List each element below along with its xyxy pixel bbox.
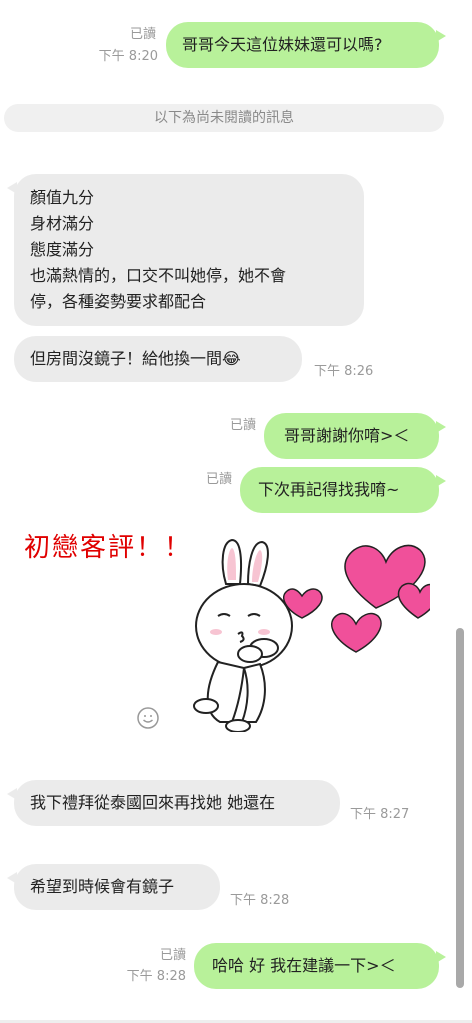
incoming-message[interactable]: 希望到時候會有鏡子 (7, 864, 220, 910)
message-text: 哥哥今天這位妹妹還可以嗎? (182, 35, 383, 54)
message-line: 也滿熱情的，口交不叫她停，她不會 (30, 266, 287, 285)
message-line: 顏值九分 (30, 188, 95, 207)
read-receipt: 已讀 (159, 948, 186, 963)
message-text: 但房間沒鏡子！給他換一間😂 (30, 349, 241, 368)
message-time: 下午 8:26 (314, 364, 374, 379)
message-text: 我下禮拜從泰國回來再找她 她還在 (30, 793, 276, 812)
message-time: 下午 8:28 (126, 969, 186, 984)
message-text: 下次再記得找我唷~ (258, 480, 400, 499)
unread-divider: 以下為尚未閱讀的訊息 (4, 104, 444, 132)
message-text: 希望到時候會有鏡子 (30, 877, 175, 896)
message-time: 下午 8:28 (230, 893, 290, 908)
outgoing-message[interactable]: 哥哥今天這位妹妹還可以嗎? (166, 22, 446, 68)
heart-icon (331, 612, 382, 653)
message-line: 態度滿分 (30, 240, 95, 259)
outgoing-message[interactable]: 哥哥謝謝你唷>＜ (264, 413, 446, 459)
outgoing-message[interactable]: 哈哈 好 我在建議一下>＜ (194, 943, 446, 989)
smiley-icon[interactable] (136, 706, 160, 730)
incoming-message[interactable]: 我下禮拜從泰國回來再找她 她還在 (7, 780, 340, 826)
chat-window: 已讀 下午 8:20 哥哥今天這位妹妹還可以嗎? 以下為尚未閱讀的訊息 顏值九分… (0, 0, 472, 1023)
read-receipt: 已讀 (129, 27, 156, 42)
message-time: 下午 8:20 (98, 49, 158, 64)
message-line: 停，各種姿勢要求都配合 (30, 292, 207, 311)
caption-text: 初戀客評！！ (24, 533, 193, 563)
heart-icon (397, 582, 430, 619)
read-receipt: 已讀 (229, 418, 256, 433)
outgoing-message[interactable]: 下次再記得找我唷~ (240, 467, 446, 513)
read-receipt: 已讀 (205, 472, 232, 487)
bunny-sticker-icon[interactable] (186, 536, 430, 732)
message-time: 下午 8:27 (350, 807, 410, 822)
message-line: 身材滿分 (30, 214, 95, 233)
incoming-message[interactable]: 顏值九分 身材滿分 態度滿分 也滿熱情的，口交不叫她停，她不會 停，各種姿勢要求… (7, 174, 364, 326)
scrollbar[interactable] (456, 628, 464, 988)
message-text: 哥哥謝謝你唷>＜ (284, 426, 410, 445)
message-text: 哈哈 好 我在建議一下>＜ (212, 956, 396, 975)
incoming-message[interactable]: 但房間沒鏡子！給他換一間😂 (14, 336, 302, 382)
